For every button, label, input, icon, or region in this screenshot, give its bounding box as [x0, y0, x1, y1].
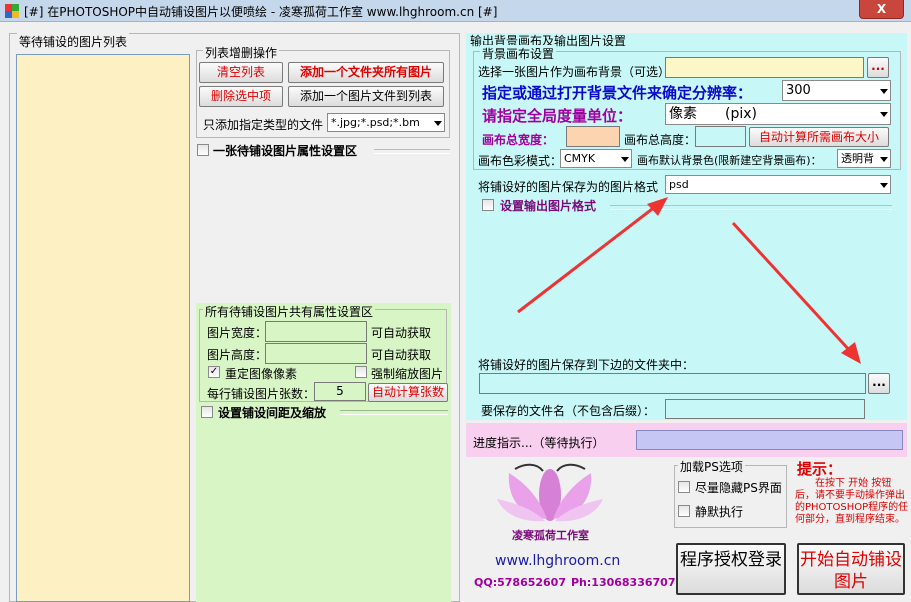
hint-title: 提示：: [797, 460, 843, 478]
start-button[interactable]: 开始自动铺设图片: [797, 543, 905, 595]
chevron-down-icon: [621, 156, 629, 162]
filename-field[interactable]: [665, 399, 865, 419]
resolution-label: 指定或通过打开背景文件来确定分辨率：: [482, 84, 753, 102]
annotation-arrows: [517, 197, 861, 364]
filter-label: 只添加指定类型的文件: [203, 118, 324, 132]
unit-label: 请指定全局度量单位：: [482, 107, 633, 125]
silent-checkbox[interactable]: [678, 505, 690, 517]
app-icon: [5, 4, 19, 18]
unit-value: 像素 (pix): [669, 106, 757, 122]
auto-count-button[interactable]: 自动计算张数: [368, 383, 448, 402]
hide-ps-checkbox[interactable]: [678, 481, 690, 493]
color-mode-label: 画布色彩模式：: [478, 154, 563, 168]
chevron-down-icon: [434, 120, 442, 126]
chevron-down-icon: [880, 112, 888, 117]
force-scale-label: 强制缩放图片: [371, 367, 444, 381]
bg-canvas-title: 背景画布设置: [480, 45, 557, 62]
license-button[interactable]: 程序授权登录: [676, 543, 786, 595]
pick-bg-label: 选择一张图片作为画布背景（可选）: [478, 65, 671, 79]
spacing-label: 设置铺设间距及缩放: [218, 406, 327, 420]
delete-selected-button[interactable]: 删除选中项: [199, 86, 283, 107]
bg-color-label: 画布默认背景色(限新建空背景画布)：: [637, 154, 822, 167]
resample-label: 重定图像像素: [225, 367, 298, 381]
resolution-value: 300: [786, 83, 811, 98]
image-list-title: 等待铺设的图片列表: [17, 33, 130, 50]
progress-label: 进度指示...（等待执行）: [473, 436, 605, 450]
per-row-field[interactable]: 5: [314, 382, 366, 401]
chevron-down-icon: [880, 88, 888, 94]
list-ops-title: 列表增删操作: [203, 44, 280, 61]
save-folder-label: 将铺设好的图片保存到下边的文件夹中：: [478, 358, 695, 372]
progress-bar: [636, 430, 903, 450]
single-props-label: 一张待铺设图片属性设置区: [213, 144, 358, 158]
bg-image-field[interactable]: [665, 57, 864, 78]
image-list[interactable]: [16, 54, 190, 602]
website-url: www.lhghroom.cn: [495, 553, 621, 569]
save-folder-field[interactable]: [479, 373, 866, 394]
color-mode-value: CMYK: [564, 152, 596, 165]
divider: [340, 410, 448, 415]
chevron-down-icon: [880, 156, 888, 162]
browse-folder-button[interactable]: ...: [868, 373, 890, 394]
image-width-field[interactable]: [265, 321, 367, 342]
total-width-field[interactable]: [566, 126, 620, 147]
height-label: 图片高度：: [207, 348, 268, 362]
auto-get-height-label: 可自动获取: [371, 348, 432, 362]
chevron-down-icon: [880, 182, 888, 188]
total-height-field[interactable]: [695, 126, 746, 147]
add-folder-button[interactable]: 添加一个文件夹所有图片: [288, 62, 444, 83]
resample-checkbox[interactable]: ✓: [208, 366, 220, 378]
auto-canvas-size-button[interactable]: 自动计算所需画布大小: [749, 127, 889, 147]
auto-get-width-label: 可自动获取: [371, 326, 432, 340]
bg-color-value: 透明背: [841, 152, 874, 165]
clear-list-button[interactable]: 清空列表: [199, 62, 283, 83]
per-row-label: 每行铺设图片张数：: [207, 387, 316, 401]
divider: [374, 149, 450, 154]
close-button[interactable]: X: [859, 0, 904, 19]
force-scale-checkbox[interactable]: [355, 366, 367, 378]
single-props-checkbox[interactable]: [197, 144, 209, 156]
width-label: 图片宽度：: [207, 326, 268, 340]
lotus-logo: [497, 463, 603, 522]
resolution-select[interactable]: 300: [782, 80, 891, 101]
browse-bg-button[interactable]: ...: [867, 57, 889, 78]
window-title: [#] 在PHOTOSHOP中自动铺设图片以便喷绘 - 凌寒孤荷工作室 www.…: [24, 5, 498, 19]
arrow-up-icon: [647, 197, 668, 216]
arrow-line: [517, 204, 657, 314]
file-type-value: *.jpg;*.psd;*.bm: [331, 116, 420, 129]
hint-text: 在按下 开始 按钮后，请不要手动操作弹出的PHOTOSHOP程序的任何部分，直到…: [795, 478, 909, 525]
arrow-line: [731, 221, 853, 354]
hide-ps-label: 尽量隐藏PS界面: [695, 481, 782, 495]
common-props-title: 所有待铺设图片共有属性设置区: [203, 303, 376, 320]
qq-number: QQ:578652607: [474, 576, 566, 589]
spacing-checkbox[interactable]: [201, 406, 213, 418]
total-height-label: 画布总高度：: [624, 133, 697, 147]
silent-label: 静默执行: [695, 505, 744, 519]
file-type-filter[interactable]: *.jpg;*.psd;*.bm: [327, 113, 445, 132]
ps-options-title: 加载PS选项: [678, 458, 745, 475]
image-height-field[interactable]: [265, 343, 367, 364]
phone-number: Ph:13068336707: [571, 576, 676, 589]
bg-color-select[interactable]: 透明背: [837, 149, 891, 168]
unit-select[interactable]: 像素 (pix): [665, 103, 891, 125]
add-file-button[interactable]: 添加一个图片文件到列表: [288, 86, 444, 107]
logo-caption: 凌寒孤荷工作室: [512, 529, 589, 542]
filename-label: 要保存的文件名（不包含后缀）：: [481, 404, 656, 418]
total-width-label: 画布总宽度：: [482, 133, 555, 147]
color-mode-select[interactable]: CMYK: [560, 149, 632, 168]
